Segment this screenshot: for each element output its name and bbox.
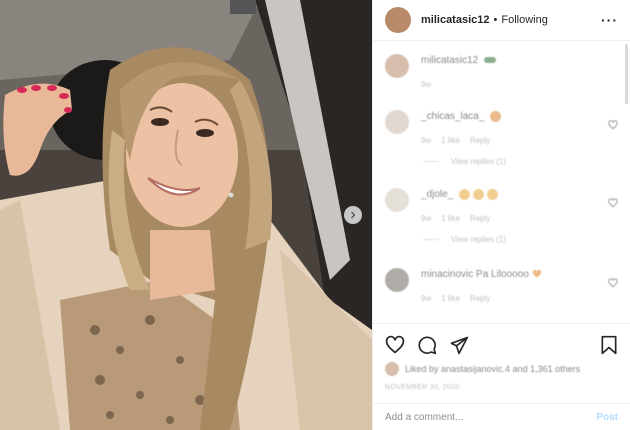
replies-line: [423, 161, 439, 162]
post-comment-button[interactable]: Post: [596, 412, 618, 423]
following-button[interactable]: Following: [501, 14, 547, 26]
comment-time: 9w: [421, 214, 432, 223]
caption-comment: milicatasic12 9w: [385, 54, 618, 89]
avatar[interactable]: [385, 110, 409, 134]
smile-emoji-icon: [473, 188, 485, 200]
comment-time: 9w: [421, 136, 432, 145]
comment-username[interactable]: _djole_: [421, 189, 453, 200]
avatar: [385, 362, 399, 376]
header-username[interactable]: milicatasic12: [421, 14, 490, 26]
avatar[interactable]: [385, 188, 409, 212]
comment-heart-icon[interactable]: [608, 120, 618, 130]
avatar[interactable]: [385, 54, 409, 78]
bookmark-icon[interactable]: [600, 335, 618, 355]
comment-heart-icon[interactable]: [608, 198, 618, 208]
more-horizontal-icon[interactable]: ···: [601, 12, 618, 28]
comment-likes[interactable]: 1 like: [441, 214, 460, 223]
post-actions: Liked by anastasijanovic.4 and 1,361 oth…: [373, 323, 630, 391]
reply-button[interactable]: Reply: [470, 294, 490, 303]
likes-summary[interactable]: Liked by anastasijanovic.4 and 1,361 oth…: [385, 362, 618, 376]
separator-dot: •: [493, 14, 498, 26]
comment-item: _chicas_laca_ 9w 1 like Reply View repli…: [385, 110, 618, 166]
post-photo[interactable]: [0, 0, 372, 430]
paper-plane-icon[interactable]: [449, 335, 469, 355]
comment-input[interactable]: [385, 411, 597, 423]
add-comment-bar: Post: [373, 403, 630, 430]
comment-username[interactable]: minacinovic: [421, 269, 473, 280]
comment-time: 9w: [421, 80, 432, 89]
view-replies-button[interactable]: View replies (1): [423, 157, 618, 166]
smile-emoji-icon: [459, 188, 471, 200]
smile-emoji-icon: [490, 110, 502, 122]
smile-emoji-icon: [487, 188, 499, 200]
avatar[interactable]: [385, 268, 409, 292]
comment-likes[interactable]: 1 like: [441, 136, 460, 145]
orange-heart-emoji-icon: [532, 270, 542, 279]
comment-item: minacinovic Pa Lilooooo 9w 1 like Reply: [385, 268, 618, 303]
reply-button[interactable]: Reply: [470, 136, 490, 145]
replies-line: [423, 239, 439, 240]
post-date: NOVEMBER 30, 2020: [385, 384, 460, 391]
chevron-right-icon: [351, 211, 356, 219]
comments-list[interactable]: milicatasic12 9w _chicas_laca_ 9w 1 like…: [373, 40, 630, 323]
view-replies-button[interactable]: View replies (1): [423, 235, 618, 244]
comment-username[interactable]: milicatasic12: [421, 55, 478, 66]
view-replies-label: View replies (1): [451, 235, 506, 244]
comment-likes[interactable]: 1 like: [441, 294, 460, 303]
post-side-panel: milicatasic12 • Following ··· milicatasi…: [372, 0, 630, 430]
reply-button[interactable]: Reply: [470, 214, 490, 223]
comment-username[interactable]: _chicas_laca_: [421, 111, 484, 122]
next-photo-button[interactable]: [344, 206, 362, 224]
avatar[interactable]: [385, 7, 411, 33]
comment-heart-icon[interactable]: [608, 278, 618, 288]
post-header: milicatasic12 • Following ···: [373, 0, 630, 41]
comment-text: Pa Lilooooo: [476, 269, 529, 280]
comments-scrollbar[interactable]: [625, 44, 628, 104]
likes-text: Liked by anastasijanovic.4 and 1,361 oth…: [405, 364, 581, 374]
comment-item: _djole_ 9w 1 like Reply View replies (1): [385, 188, 618, 244]
green-heart-emoji-icon: [484, 57, 497, 64]
selfie-image: [0, 0, 372, 430]
instagram-post: milicatasic12 • Following ··· milicatasi…: [0, 0, 630, 430]
comment-icon[interactable]: [417, 335, 437, 355]
heart-icon[interactable]: [385, 335, 405, 355]
action-icons: [385, 332, 618, 358]
view-replies-label: View replies (1): [451, 157, 506, 166]
comment-time: 9w: [421, 294, 432, 303]
